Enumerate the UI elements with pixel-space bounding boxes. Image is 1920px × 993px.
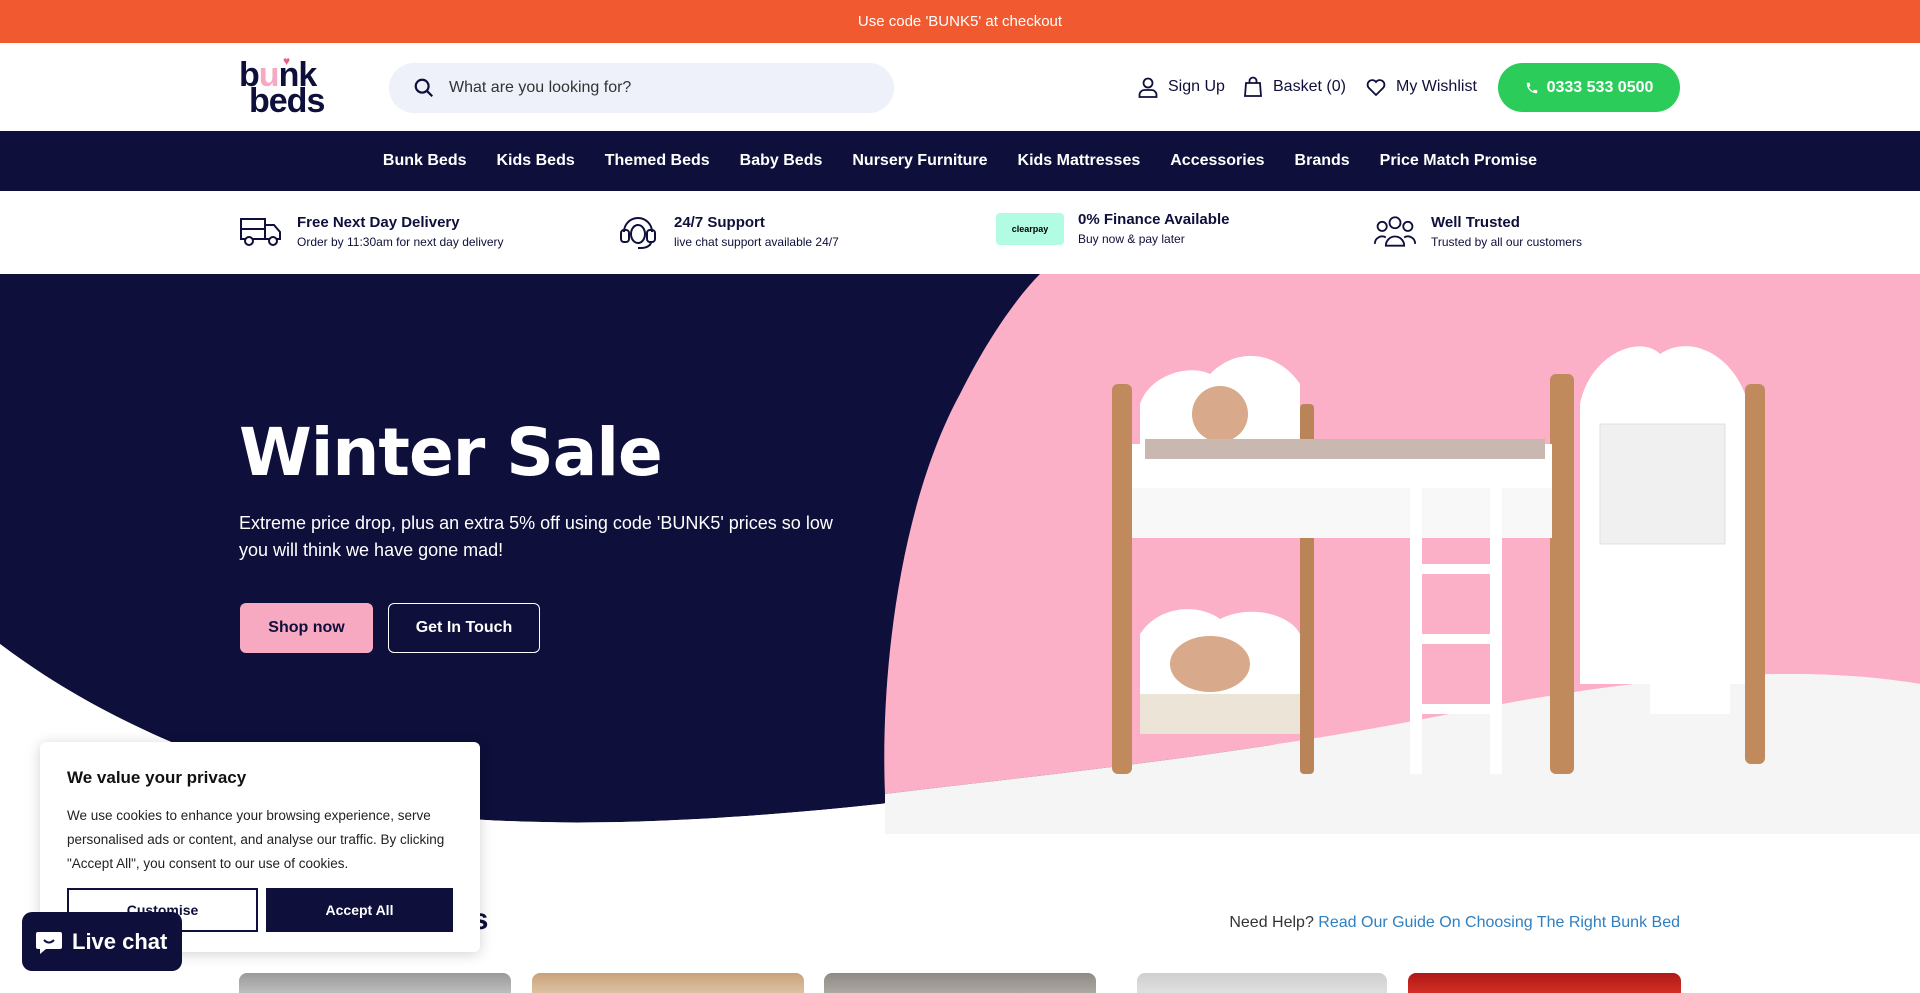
bunk-beds-logo[interactable]: bunk beds ♥: [239, 54, 329, 118]
help-text: Need Help? Read Our Guide On Choosing Th…: [1229, 914, 1680, 931]
user-icon: [1138, 77, 1158, 98]
cookie-text: We use cookies to enhance your browsing …: [67, 808, 445, 871]
bunk-bed-guide-link[interactable]: Read Our Guide On Choosing The Right Bun…: [1318, 914, 1680, 931]
wishlist-link[interactable]: My Wishlist: [1364, 75, 1477, 99]
search-bar[interactable]: [389, 63, 894, 113]
nav-item-brands[interactable]: Brands: [1295, 152, 1350, 170]
people-icon: [1373, 211, 1417, 251]
nav-item-themed-beds[interactable]: Themed Beds: [605, 152, 710, 170]
site-header: bunk beds ♥ Sign Up Basket (0) My Wishli…: [0, 43, 1920, 131]
usp-delivery: Free Next Day Delivery Order by 11:30am …: [239, 211, 504, 251]
phone-button[interactable]: 0333 533 0500: [1498, 63, 1680, 112]
nav-item-baby-beds[interactable]: Baby Beds: [740, 152, 823, 170]
promo-text: Use code 'BUNK5' at checkout: [857, 13, 1063, 30]
main-nav: Bunk Beds Kids Beds Themed Beds Baby Bed…: [0, 131, 1920, 191]
nav-item-bunk-beds[interactable]: Bunk Beds: [383, 152, 467, 170]
usp-support: 24/7 Support live chat support available…: [616, 211, 839, 251]
nav-item-kids-mattresses[interactable]: Kids Mattresses: [1018, 152, 1141, 170]
nav-item-accessories[interactable]: Accessories: [1170, 152, 1264, 170]
clearpay-icon: clearpay: [996, 212, 1064, 245]
chat-bubble-icon: [36, 931, 62, 954]
phone-icon: [1526, 82, 1537, 93]
cookie-title: We value your privacy: [67, 768, 247, 787]
usp-finance: clearpay 0% Finance Available Buy now & …: [996, 211, 1229, 246]
category-card[interactable]: [532, 973, 804, 993]
search-icon: [414, 78, 434, 98]
usp-trusted: Well Trusted Trusted by all our customer…: [1373, 211, 1582, 251]
category-card[interactable]: [1137, 973, 1387, 993]
heart-icon: ♥: [283, 54, 291, 68]
hero-text: Extreme price drop, plus an extra 5% off…: [239, 513, 833, 560]
nav-item-price-match[interactable]: Price Match Promise: [1380, 152, 1537, 170]
basket-link[interactable]: Basket (0): [1241, 75, 1346, 99]
get-in-touch-button[interactable]: Get In Touch: [388, 603, 540, 653]
category-cards: [239, 973, 1681, 993]
nav-item-nursery-furniture[interactable]: Nursery Furniture: [852, 152, 987, 170]
truck-icon: [239, 211, 283, 251]
search-input[interactable]: [449, 79, 849, 97]
hero-title: Winter Sale: [239, 414, 663, 491]
sign-up-link[interactable]: Sign Up: [1136, 75, 1225, 99]
category-card[interactable]: [824, 973, 1096, 993]
promo-bar: Use code 'BUNK5' at checkout: [0, 0, 1920, 43]
headset-icon: [616, 211, 660, 251]
category-card[interactable]: [1408, 973, 1681, 993]
heart-outline-icon: [1366, 79, 1386, 97]
basket-icon: [1244, 76, 1262, 97]
accept-all-button[interactable]: Accept All: [266, 888, 453, 932]
usp-bar: Free Next Day Delivery Order by 11:30am …: [0, 191, 1920, 274]
nav-item-kids-beds[interactable]: Kids Beds: [497, 152, 575, 170]
shop-now-button[interactable]: Shop now: [240, 603, 373, 653]
category-card[interactable]: [239, 973, 511, 993]
live-chat-button[interactable]: Live chat: [22, 912, 182, 971]
